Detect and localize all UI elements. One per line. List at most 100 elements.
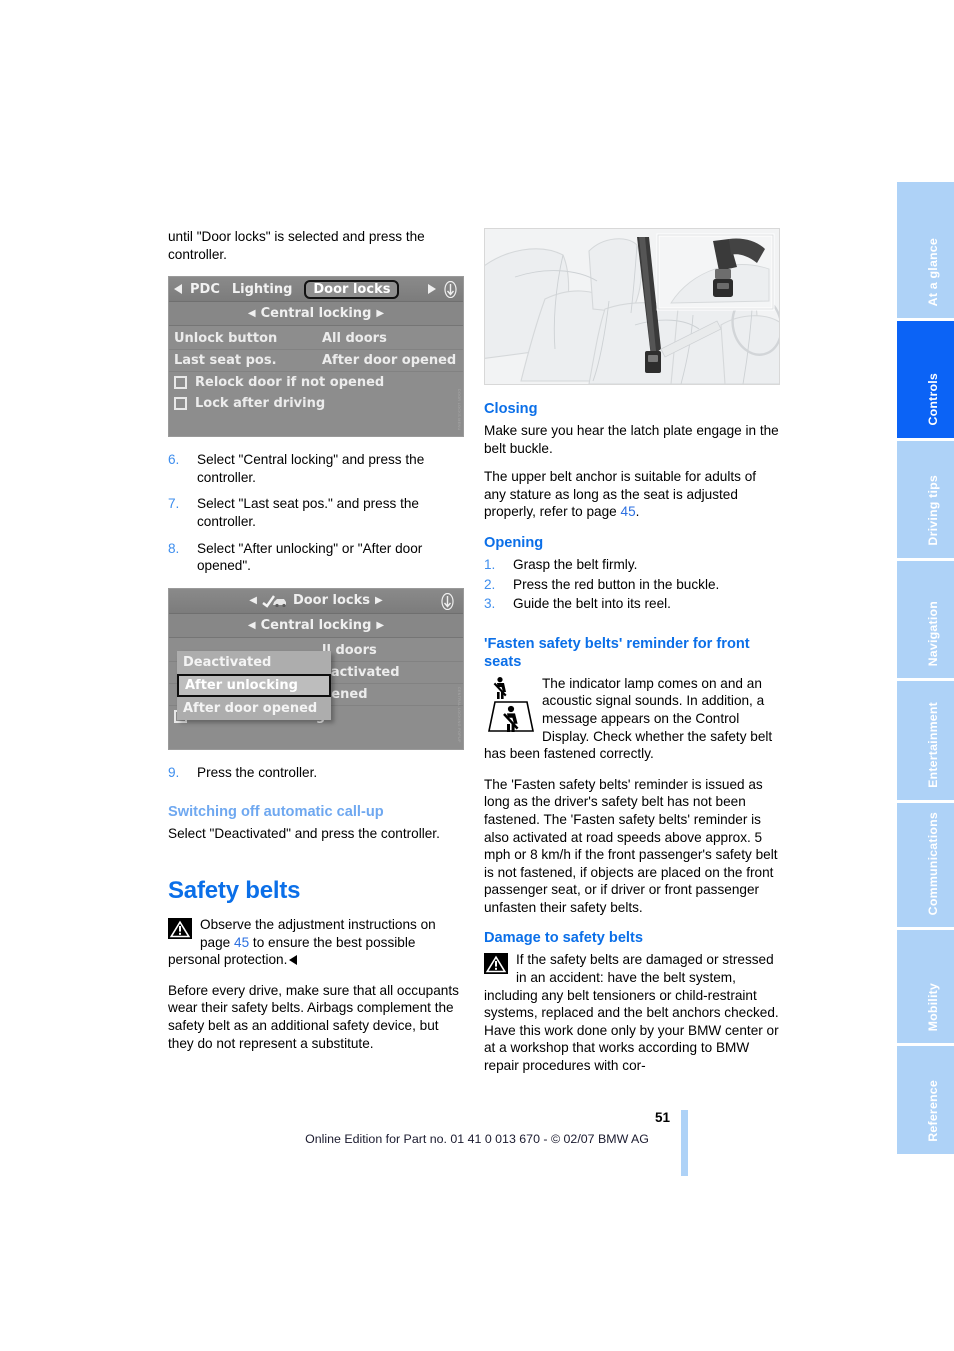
steps-list-opening: 1. Grasp the belt firmly. 2. Press the r… [484,556,781,613]
idrive-empty-space [169,414,463,432]
closing-body-1: Make sure you hear the latch plate engag… [484,423,779,456]
heading-closing: Closing [484,401,538,417]
tab-label: Mobility [926,982,940,1031]
step-item: 3. Guide the belt into its reel. [484,595,781,613]
tab-label: Controls [926,373,940,426]
chevron-left-icon: ◀ [247,619,256,631]
idrive-title: ◀ Door locks ▶ [249,593,382,608]
tab-at-a-glance[interactable]: At a glance [897,182,954,321]
warning-damage: If the safety belts are damaged or stres… [484,951,781,1074]
idrive-menu-pdc[interactable]: PDC [190,282,220,297]
step-number: 3. [484,596,496,612]
step-number: 7. [168,496,180,512]
warning-triangle-icon [168,917,192,939]
right-arrow-icon [428,284,436,295]
page-number: 51 [654,1110,670,1125]
dropdown-option-deactivated[interactable]: Deactivated [177,651,331,674]
tab-label: Navigation [926,600,940,666]
heading-switching-off: Switching off automatic call-up [168,804,384,821]
idrive-menu-lighting[interactable]: Lighting [232,282,293,297]
indicator-lamp-icons [484,676,536,737]
step-number: 6. [168,452,180,468]
steps-list-6-8: 6. Select "Central locking" and press th… [168,451,465,575]
idrive-subbar-label: Central locking [260,306,372,322]
idrive-empty-space [169,727,463,745]
idrive-title-label: Door locks [292,593,371,609]
tab-label: At a glance [926,237,940,306]
door-lock-icon [444,280,457,298]
row-label: Unlock button [174,331,278,347]
chevron-left-icon: ◀ [247,308,256,320]
step-text: Guide the belt into its reel. [513,596,671,612]
tab-label: Driving tips [926,475,940,546]
step-text: Grasp the belt firmly. [513,556,638,572]
checkbox-label: Relock door if not opened [195,375,385,391]
tab-label: Communications [926,811,940,915]
row-value: After door opened [322,353,457,369]
tab-mobility[interactable]: Mobility [897,930,954,1046]
step-number: 9. [168,764,180,780]
heading-opening: Opening [484,534,544,551]
safety-belts-body: Before every drive, make sure that all o… [168,982,459,1051]
switching-off-body: Select "Deactivated" and press the contr… [168,826,440,842]
idrive-checkbox-row[interactable]: Lock after driving [169,393,463,414]
closing-text-part2: . [635,504,640,520]
steps-list-9: 9. Press the controller. [168,764,465,782]
closing-body-2: The upper belt anchor is suitable for ad… [484,468,781,521]
chevron-right-icon: ▶ [376,619,385,631]
heading-fasten-reminder: 'Fasten safety belts' reminder for front… [484,635,750,670]
checked-car-icon [262,595,286,608]
checkbox-icon[interactable] [174,376,187,390]
idrive-subbar: ◀ Central locking ▶ [169,613,463,638]
dropdown-option-after-unlocking[interactable]: After unlocking [177,673,331,697]
idrive-row[interactable]: Last seat pos. After door opened [169,350,463,373]
idrive-menu-door-locks[interactable]: Door locks [304,279,400,299]
idrive-dropdown-popup: Deactivated After unlocking After door o… [177,650,331,720]
checkbox-label: Lock after driving [195,396,326,412]
page-reference[interactable]: 45 [234,935,249,950]
step-number: 8. [168,540,180,556]
left-column: until "Door locks" is selected and press… [168,228,465,1065]
chevron-right-icon: ▶ [375,595,383,607]
door-lock-icon [441,592,454,610]
right-column: SEAT BELT ILLUSTRATION Closing Make sure… [484,228,781,1088]
idrive-rows: Unlock button All doors Last seat pos. A… [169,326,463,437]
step-item: 2. Press the red button in the buckle. [484,576,781,594]
figure-seatbelt-illustration: SEAT BELT ILLUSTRATION [484,228,780,385]
step-text: Select "Central locking" and press the c… [197,452,425,485]
step-item: 6. Select "Central locking" and press th… [168,451,465,486]
checkbox-icon[interactable] [174,397,187,411]
idrive-screenshot-door-locks: PDC Lighting Door locks ◀ Central lockin… [168,276,464,438]
figure-caption-code: CENTRAL LOCKING POPUP [457,686,461,743]
dropdown-option-after-door-opened[interactable]: After door opened [177,697,331,720]
chevron-left-icon: ◀ [249,595,257,607]
step-number: 1. [484,556,496,572]
idrive-screenshot-central-locking: ◀ Door locks ▶ ◀ Central locking ▶ ll do… [168,587,464,750]
step-text: Select "Last seat pos." and press the co… [197,496,419,529]
indicator-lamp-block: The indicator lamp comes on and an acous… [484,675,781,763]
tab-communications[interactable]: Communications [897,803,954,930]
manual-page: until "Door locks" is selected and press… [0,0,954,1351]
tab-navigation[interactable]: Navigation [897,561,954,681]
heading-damage-to-safety-belts: Damage to safety belts [484,930,643,947]
chevron-right-icon: ▶ [376,308,385,320]
idrive-subbar: ◀ Central locking ▶ [169,302,463,327]
step-text: Select "After unlocking" or "After door … [197,540,423,574]
idrive-checkbox-row[interactable]: Relock door if not opened [169,372,463,393]
step-text: Press the controller. [197,764,318,780]
tab-controls[interactable]: Controls [897,321,954,441]
warning-triangle-icon [484,953,508,975]
warning-damage-text: If the safety belts are damaged or stres… [484,952,779,1074]
footer-text: Online Edition for Part no. 01 41 0 013 … [305,1132,649,1146]
tab-driving-tips[interactable]: Driving tips [897,441,954,561]
page-reference[interactable]: 45 [621,504,636,519]
step-number: 2. [484,576,496,592]
idrive-subbar-label: Central locking [260,617,372,633]
idrive-topbar: PDC Lighting Door locks [169,277,463,303]
reminder-body-2: The 'Fasten safety belts' reminder is is… [484,776,778,915]
row-label: Last seat pos. [174,353,277,369]
seatbelt-illustration-graphic [485,229,779,384]
tab-label: Entertainment [926,702,940,788]
tab-entertainment[interactable]: Entertainment [897,681,954,803]
idrive-row[interactable]: Unlock button All doors [169,328,463,351]
